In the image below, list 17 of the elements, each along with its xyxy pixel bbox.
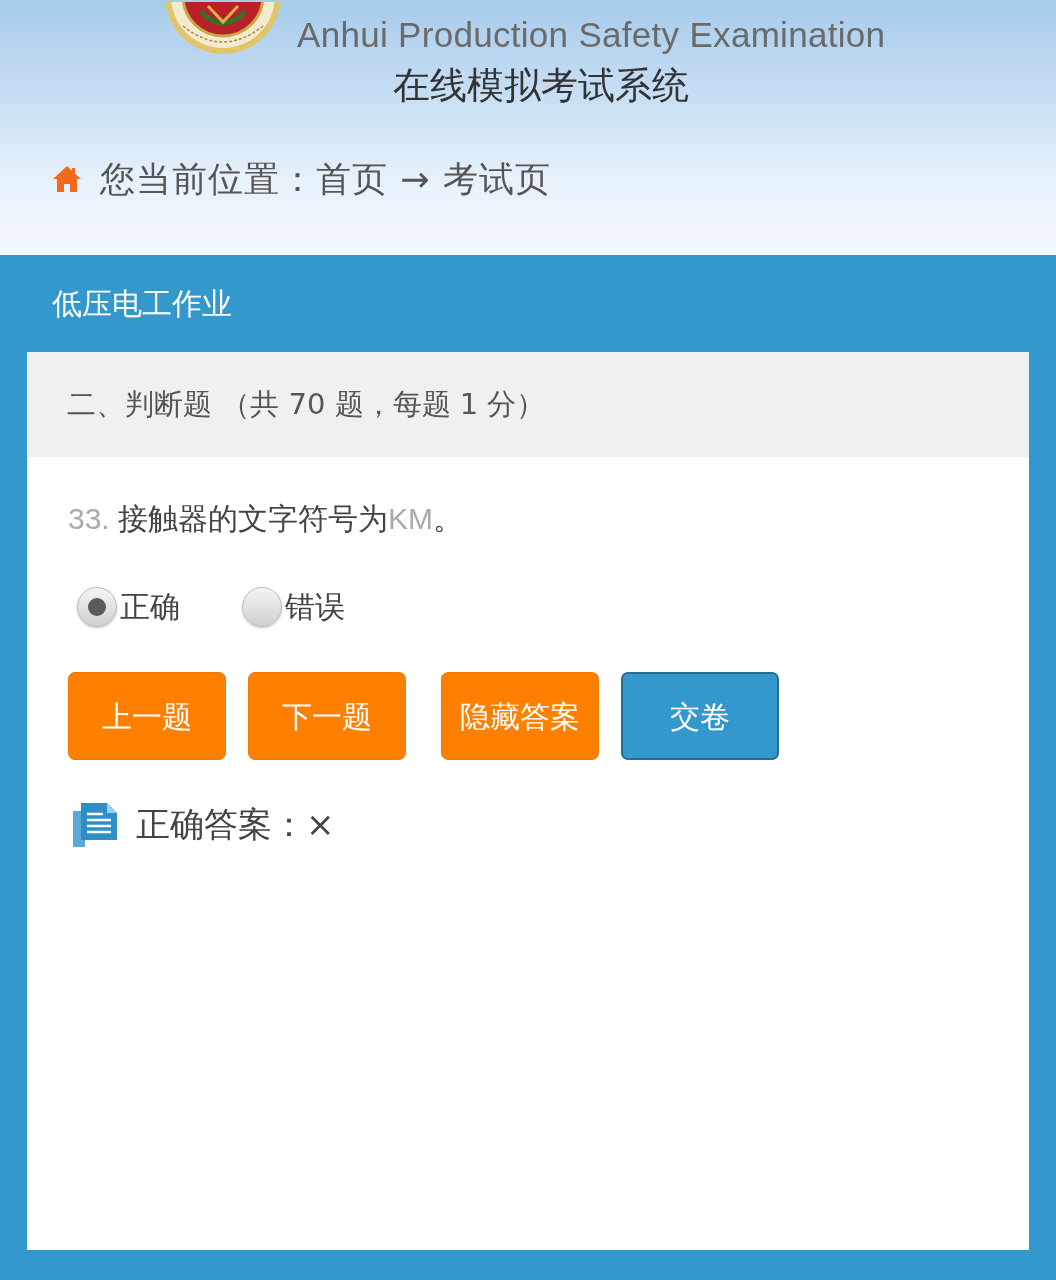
question-button[interactable]: 下一题 [248,672,406,760]
radio-button[interactable] [77,587,117,627]
option-label[interactable]: 错误 [285,589,345,625]
site-subtitle: Anhui Production Safety Examination [297,17,886,56]
breadcrumb: 您当前位置：首页 → 考试页 [100,158,551,201]
section-heading: 二、判断题 （共 70 题，每题 1 分） [27,352,1029,457]
submit-button[interactable]: 交卷 [621,672,779,760]
question-button[interactable]: 上一题 [68,672,226,760]
system-title: 在线模拟考试系统 [393,64,689,109]
home-icon [52,165,82,194]
exam-title: 低压电工作业 [51,285,233,323]
radio-button[interactable] [242,587,282,627]
answer-text: 正确答案：× [136,804,335,845]
option-label[interactable]: 正确 [120,589,180,625]
question-text: 33. 接触器的文字符号为KM。 [68,501,464,537]
document-icon [71,802,118,847]
question-button[interactable]: 隐藏答案 [441,672,599,760]
